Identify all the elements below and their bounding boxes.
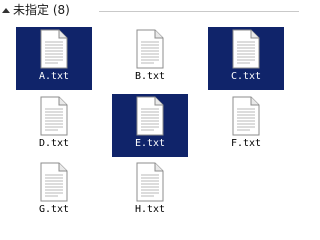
file-item-h[interactable]: H.txt <box>112 160 188 223</box>
file-item-a[interactable]: A.txt <box>16 27 92 90</box>
file-item-d[interactable]: D.txt <box>16 94 92 157</box>
file-name-label: G.txt <box>38 204 70 215</box>
file-name-label: B.txt <box>134 71 166 82</box>
text-file-icon <box>136 162 164 202</box>
file-item-e[interactable]: E.txt <box>112 94 188 157</box>
text-file-icon <box>136 96 164 136</box>
text-file-icon <box>40 162 68 202</box>
text-file-icon <box>40 96 68 136</box>
file-name-label: A.txt <box>38 71 70 82</box>
file-name-label: F.txt <box>230 138 262 149</box>
vertical-scrollbar[interactable] <box>299 0 302 240</box>
file-item-c[interactable]: C.txt <box>208 27 284 90</box>
file-list-view: 未指定 (8) A.txt B.txt C.txt D.txt E.txt F.… <box>0 0 302 240</box>
file-name-label: E.txt <box>134 138 166 149</box>
text-file-icon <box>232 29 260 69</box>
file-grid: A.txt B.txt C.txt D.txt E.txt F.txt G.tx… <box>0 0 302 240</box>
file-item-g[interactable]: G.txt <box>16 160 92 223</box>
text-file-icon <box>40 29 68 69</box>
file-name-label: C.txt <box>230 71 262 82</box>
text-file-icon <box>232 96 260 136</box>
file-item-b[interactable]: B.txt <box>112 27 188 90</box>
file-name-label: H.txt <box>134 204 166 215</box>
text-file-icon <box>136 29 164 69</box>
file-item-f[interactable]: F.txt <box>208 94 284 157</box>
file-name-label: D.txt <box>38 138 70 149</box>
